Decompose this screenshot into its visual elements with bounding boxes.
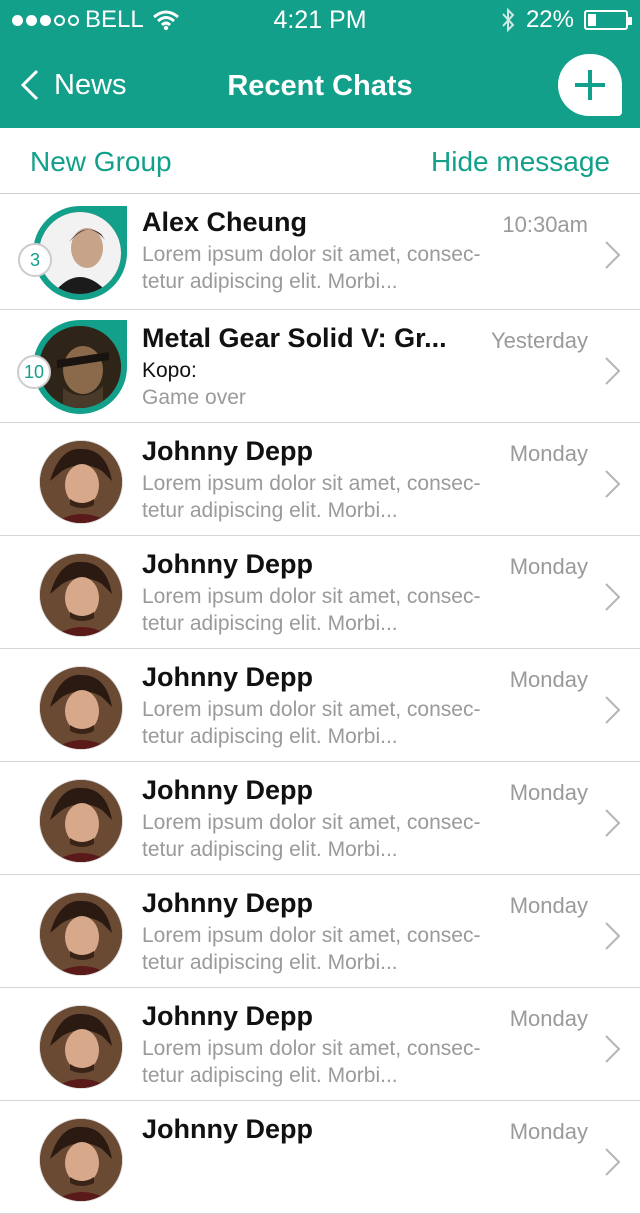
hide-message-button[interactable]: Hide message [431, 146, 610, 178]
avatar [39, 1005, 123, 1089]
chat-name: Metal Gear Solid V: Gr... [142, 323, 447, 353]
chat-row[interactable]: Johnny Depp Monday [0, 1101, 640, 1214]
chevron-right-icon [605, 809, 621, 837]
chat-time: Monday [509, 1006, 588, 1031]
chat-row[interactable]: 10 Metal Gear Solid V: Gr... Yesterday K… [0, 310, 640, 423]
chat-time: 10:30am [502, 212, 588, 237]
chat-preview: Lorem ipsum dolor sit amet, consec- tetu… [142, 809, 562, 863]
nav-bar: News Recent Chats [0, 42, 640, 128]
chat-name: Johnny Depp [142, 888, 314, 918]
plus-icon [575, 70, 605, 100]
chat-preview: Lorem ipsum dolor sit amet, consec- tetu… [142, 922, 562, 976]
battery-icon [584, 10, 632, 30]
chat-time: Monday [509, 1119, 588, 1144]
chat-row[interactable]: Johnny Depp Monday Lorem ipsum dolor sit… [0, 649, 640, 762]
chat-preview: Lorem ipsum dolor sit amet, consec- tetu… [142, 696, 562, 750]
chat-time: Monday [509, 441, 588, 466]
chevron-right-icon [605, 583, 621, 611]
chat-name: Johnny Depp [142, 1001, 314, 1031]
bluetooth-icon [502, 7, 515, 33]
chat-row[interactable]: Johnny Depp Monday Lorem ipsum dolor sit… [0, 988, 640, 1101]
chat-preview: Lorem ipsum dolor sit amet, consec- tetu… [142, 1035, 562, 1089]
battery-percent: 22% [525, 6, 574, 33]
chat-name: Alex Cheung [142, 207, 308, 237]
preview-line-1: Lorem ipsum dolor sit amet, consec- [142, 924, 481, 947]
chat-time: Monday [509, 780, 588, 805]
chat-name: Johnny Depp [142, 775, 314, 805]
chat-preview: Lorem ipsum dolor sit amet, consec- tetu… [142, 470, 562, 524]
preview-line-1: Lorem ipsum dolor sit amet, consec- [142, 243, 481, 266]
preview-line-1: Lorem ipsum dolor sit amet, consec- [142, 811, 481, 834]
chat-list: 3 Alex Cheung 10:30am Lorem ipsum dolor … [0, 194, 640, 1214]
chat-time: Monday [509, 667, 588, 692]
chat-preview: Lorem ipsum dolor sit amet, consec- tetu… [142, 241, 562, 295]
status-bar: BELL 4:21 PM 22% [0, 0, 640, 42]
avatar [39, 1118, 123, 1202]
chat-preview: Lorem ipsum dolor sit amet, consec- tetu… [142, 583, 562, 637]
preview-line-2: tetur adipiscing elit. Morbi... [142, 725, 398, 748]
preview-line-2: tetur adipiscing elit. Morbi... [142, 499, 398, 522]
chat-row[interactable]: 3 Alex Cheung 10:30am Lorem ipsum dolor … [0, 194, 640, 310]
preview-line-1: Lorem ipsum dolor sit amet, consec- [142, 1037, 481, 1060]
chevron-right-icon [605, 470, 621, 498]
unread-badge: 10 [17, 355, 51, 389]
avatar [39, 440, 123, 524]
chat-row[interactable]: Johnny Depp Monday Lorem ipsum dolor sit… [0, 423, 640, 536]
chevron-right-icon [605, 357, 621, 385]
avatar [39, 326, 121, 408]
preview-line-2: tetur adipiscing elit. Morbi... [142, 612, 398, 635]
action-bar: New Group Hide message [0, 128, 640, 194]
avatar [39, 892, 123, 976]
preview-line-2: tetur adipiscing elit. Morbi... [142, 838, 398, 861]
avatar [39, 212, 121, 294]
preview-line-2: tetur adipiscing elit. Morbi... [142, 951, 398, 974]
chevron-right-icon [605, 1148, 621, 1176]
chevron-right-icon [605, 241, 621, 269]
preview-line-2: tetur adipiscing elit. Morbi... [142, 270, 398, 293]
unread-badge: 3 [18, 243, 52, 277]
chat-name: Johnny Depp [142, 662, 314, 692]
preview-line-1: Lorem ipsum dolor sit amet, consec- [142, 698, 481, 721]
preview-line-1: Lorem ipsum dolor sit amet, consec- [142, 472, 481, 495]
preview-line-2: Game over [142, 386, 246, 409]
avatar [39, 779, 123, 863]
preview-line-1: Lorem ipsum dolor sit amet, consec- [142, 585, 481, 608]
chat-name: Johnny Depp [142, 549, 314, 579]
page-title: Recent Chats [227, 70, 413, 102]
preview-sender: Kopo: [142, 359, 197, 382]
chevron-right-icon [605, 1035, 621, 1063]
chat-preview: Kopo: Game over [142, 357, 562, 411]
new-group-button[interactable]: New Group [30, 146, 172, 178]
chat-name: Johnny Depp [142, 436, 314, 466]
chevron-right-icon [605, 696, 621, 724]
avatar [39, 666, 123, 750]
chat-row[interactable]: Johnny Depp Monday Lorem ipsum dolor sit… [0, 536, 640, 649]
chevron-right-icon [605, 922, 621, 950]
chat-name: Johnny Depp [142, 1114, 314, 1144]
chat-time: Yesterday [490, 328, 588, 353]
preview-line-2: tetur adipiscing elit. Morbi... [142, 1064, 398, 1087]
chat-row[interactable]: Johnny Depp Monday Lorem ipsum dolor sit… [0, 762, 640, 875]
add-chat-button[interactable] [558, 54, 622, 116]
chat-row[interactable]: Johnny Depp Monday Lorem ipsum dolor sit… [0, 875, 640, 988]
avatar [39, 553, 123, 637]
chat-time: Monday [509, 554, 588, 579]
chat-time: Monday [509, 893, 588, 918]
status-right: 22% [500, 6, 632, 34]
